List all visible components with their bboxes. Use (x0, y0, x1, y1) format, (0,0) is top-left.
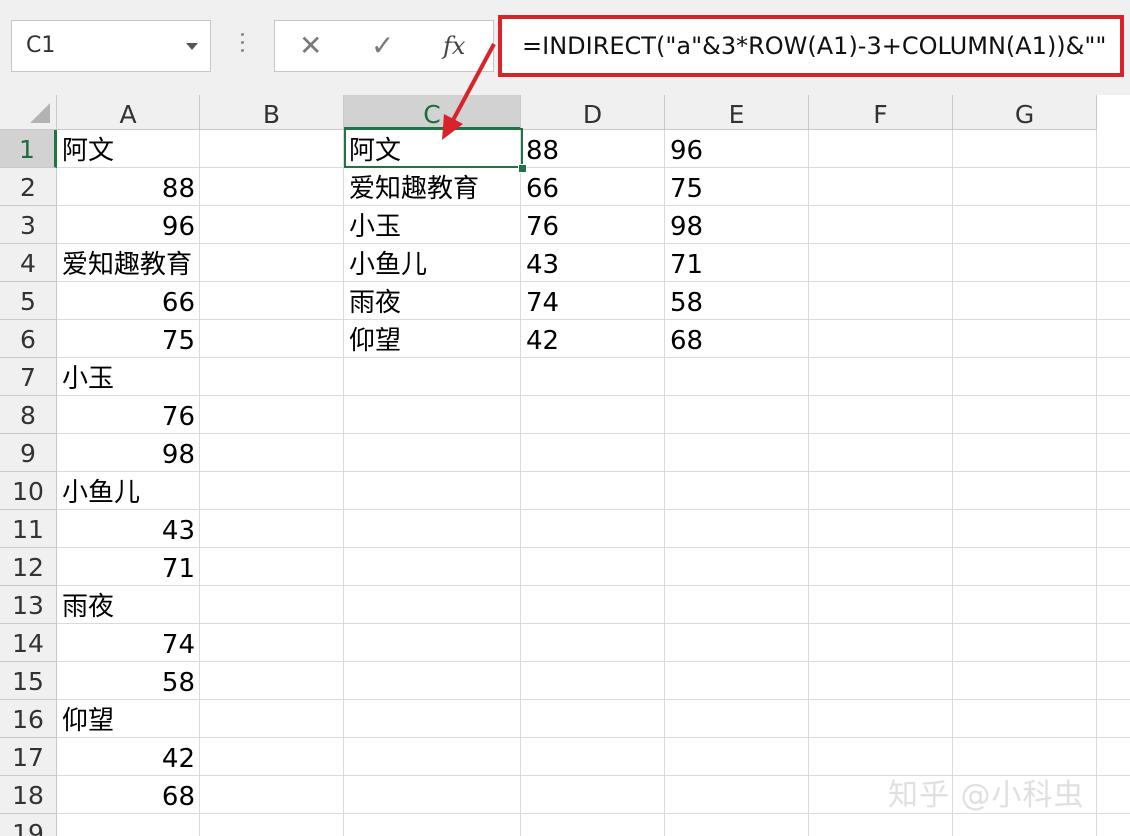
name-box-value: C1 (26, 33, 56, 58)
row-header-12[interactable]: 12 (0, 548, 57, 586)
gridline (57, 661, 1130, 662)
chevron-down-icon[interactable] (186, 43, 198, 50)
gridline (57, 585, 1130, 586)
row-header-13[interactable]: 13 (0, 586, 57, 624)
row-header-6[interactable]: 6 (0, 320, 57, 358)
column-header-d[interactable]: D (521, 95, 665, 130)
formula-input[interactable]: =INDIRECT("a"&3*ROW(A1)-3+COLUMN(A1))&"" (498, 15, 1124, 77)
cell-a14[interactable]: 74 (57, 624, 200, 662)
row-header-19[interactable]: 19 (0, 814, 57, 836)
cell-e4[interactable]: 71 (665, 244, 809, 282)
gridline (57, 509, 1130, 510)
column-header-e[interactable]: E (665, 95, 809, 130)
column-header-g[interactable]: G (953, 95, 1097, 130)
cell-d1[interactable]: 88 (521, 130, 665, 168)
gridline (57, 395, 1130, 396)
watermark: 知乎 @小科虫 (888, 778, 1085, 813)
cell-c3[interactable]: 小玉 (344, 206, 521, 244)
row-header-16[interactable]: 16 (0, 700, 57, 738)
cell-a8[interactable]: 76 (57, 396, 200, 434)
row-header-15[interactable]: 15 (0, 662, 57, 700)
gridline (57, 547, 1130, 548)
cell-a10[interactable]: 小鱼儿 (57, 472, 200, 510)
worksheet-grid: ABCDEFG 1 2 3 4 5 6 7 8 9 10 11 12 13 14 15 16 17 18 19 阿文… (0, 95, 1130, 836)
cell-c2[interactable]: 爱知趣教育 (344, 168, 521, 206)
row-header-5[interactable]: 5 (0, 282, 57, 320)
cell-c6[interactable]: 仰望 (344, 320, 521, 358)
cell-e5[interactable]: 58 (665, 282, 809, 320)
cell-d2[interactable]: 66 (521, 168, 665, 206)
cell-a7[interactable]: 小玉 (57, 358, 200, 396)
row-header-2[interactable]: 2 (0, 168, 57, 206)
cell-a18[interactable]: 68 (57, 776, 200, 814)
gridline (1096, 130, 1097, 836)
drag-handle-icon[interactable] (241, 33, 245, 55)
cell-a3[interactable]: 96 (57, 206, 200, 244)
column-header-a[interactable]: A (57, 95, 200, 130)
cell-a6[interactable]: 75 (57, 320, 200, 358)
row-header-3[interactable]: 3 (0, 206, 57, 244)
cell-a13[interactable]: 雨夜 (57, 586, 200, 624)
formula-text: =INDIRECT("a"&3*ROW(A1)-3+COLUMN(A1))&"" (522, 32, 1107, 60)
row-header-11[interactable]: 11 (0, 510, 57, 548)
cell-e1[interactable]: 96 (665, 130, 809, 168)
cell-a17[interactable]: 42 (57, 738, 200, 776)
row-header-1[interactable]: 1 (0, 130, 57, 168)
column-header-f[interactable]: F (809, 95, 953, 130)
row-header-8[interactable]: 8 (0, 396, 57, 434)
column-header-c[interactable]: C (344, 95, 521, 130)
cell-a1[interactable]: 阿文 (57, 130, 200, 168)
formula-buttons: ✕ ✓ fx (274, 20, 494, 72)
cell-a5[interactable]: 66 (57, 282, 200, 320)
cell-c4[interactable]: 小鱼儿 (344, 244, 521, 282)
cancel-icon[interactable]: ✕ (299, 29, 322, 63)
cell-c1[interactable]: 阿文 (344, 130, 521, 168)
cell-a4[interactable]: 爱知趣教育 (57, 244, 200, 282)
gridline (57, 699, 1130, 700)
cell-a12[interactable]: 71 (57, 548, 200, 586)
insert-function-icon[interactable]: fx (443, 29, 465, 63)
cell-d5[interactable]: 74 (521, 282, 665, 320)
row-header-10[interactable]: 10 (0, 472, 57, 510)
cell-e3[interactable]: 98 (665, 206, 809, 244)
gridline (952, 130, 953, 836)
gridline (57, 623, 1130, 624)
row-header-18[interactable]: 18 (0, 776, 57, 814)
select-all-button[interactable] (0, 95, 57, 130)
cell-d3[interactable]: 76 (521, 206, 665, 244)
cell-a11[interactable]: 43 (57, 510, 200, 548)
cell-a15[interactable]: 58 (57, 662, 200, 700)
cell-d6[interactable]: 42 (521, 320, 665, 358)
gridline (57, 471, 1130, 472)
cell-c5[interactable]: 雨夜 (344, 282, 521, 320)
name-box[interactable]: C1 (11, 20, 211, 72)
fill-handle[interactable] (518, 164, 527, 173)
cell-a9[interactable]: 98 (57, 434, 200, 472)
gridline (57, 433, 1130, 434)
cell-d4[interactable]: 43 (521, 244, 665, 282)
row-header-17[interactable]: 17 (0, 738, 57, 776)
row-header-9[interactable]: 9 (0, 434, 57, 472)
cell-e6[interactable]: 68 (665, 320, 809, 358)
cell-a2[interactable]: 88 (57, 168, 200, 206)
column-header-b[interactable]: B (200, 95, 344, 130)
row-header-4[interactable]: 4 (0, 244, 57, 282)
cell-e2[interactable]: 75 (665, 168, 809, 206)
cell-a16[interactable]: 仰望 (57, 700, 200, 738)
enter-icon[interactable]: ✓ (371, 29, 394, 63)
gridline (57, 737, 1130, 738)
row-header-7[interactable]: 7 (0, 358, 57, 396)
row-header-14[interactable]: 14 (0, 624, 57, 662)
formula-bar-area: C1 ✕ ✓ fx =INDIRECT("a"&3*ROW(A1)-3+COLU… (0, 0, 1130, 95)
